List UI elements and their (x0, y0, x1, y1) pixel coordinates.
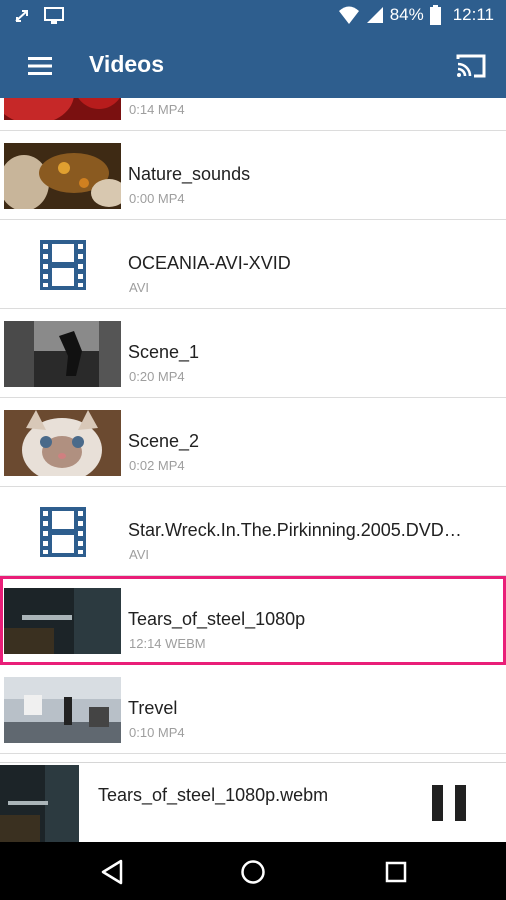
video-thumbnail (4, 143, 121, 209)
video-title: Tears_of_steel_1080p (128, 609, 306, 629)
video-thumbnail (4, 677, 121, 743)
cast-button[interactable] (452, 48, 490, 84)
hamburger-icon (28, 57, 52, 75)
video-row[interactable]: Star.Wreck.In.The.Pirkinning.2005.DVD… A… (0, 487, 506, 576)
status-bar: 84% 12:11 (0, 0, 506, 34)
video-meta: 0:20 MP4 (129, 369, 185, 384)
film-icon (40, 507, 86, 557)
menu-button[interactable] (22, 50, 58, 82)
battery-icon (429, 5, 441, 25)
now-playing-title: Tears_of_steel_1080p.webm (98, 785, 329, 805)
back-button[interactable] (97, 857, 127, 887)
now-playing-thumbnail (0, 765, 79, 843)
wifi-icon (338, 5, 360, 25)
video-row[interactable]: Nature_sounds 0:00 MP4 (0, 131, 506, 220)
video-list[interactable]: 0:14 MP4 Nature_sounds 0:00 MP4 OCEANIA-… (0, 98, 506, 760)
video-meta: 0:02 MP4 (129, 458, 185, 473)
recents-button[interactable] (381, 857, 411, 887)
pause-icon (455, 785, 466, 821)
signal-icon (366, 6, 384, 24)
cast-screen-icon (44, 7, 64, 25)
video-thumbnail (4, 588, 121, 654)
video-row[interactable]: Scene_2 0:02 MP4 (0, 398, 506, 487)
video-title: Nature_sounds (128, 164, 251, 184)
video-row[interactable]: 0:14 MP4 (0, 98, 506, 131)
video-row[interactable]: OCEANIA-AVI-XVID AVI (0, 220, 506, 309)
home-button[interactable] (238, 857, 268, 887)
pause-icon (432, 785, 443, 821)
video-title: OCEANIA-AVI-XVID (128, 253, 291, 273)
video-title: Scene_1 (128, 342, 200, 362)
app-bar: Videos (0, 34, 506, 98)
video-title: Scene_2 (128, 431, 200, 451)
page-title: Videos (89, 51, 164, 77)
pause-button[interactable] (432, 785, 466, 821)
video-meta: 0:10 MP4 (129, 725, 185, 740)
video-thumbnail (4, 321, 121, 387)
home-icon (241, 860, 265, 884)
video-meta: AVI (129, 280, 149, 295)
video-thumbnail (4, 410, 121, 476)
recents-icon (385, 861, 407, 883)
video-title: Trevel (128, 698, 178, 718)
mini-player[interactable]: Tears_of_steel_1080p.webm (0, 762, 506, 843)
video-row-selected[interactable]: Tears_of_steel_1080p 12:14 WEBM (0, 576, 506, 665)
video-title: Star.Wreck.In.The.Pirkinning.2005.DVD… (128, 520, 462, 540)
back-icon (101, 859, 123, 885)
film-icon (40, 240, 86, 290)
cast-icon (456, 54, 486, 78)
video-row[interactable]: Scene_1 0:20 MP4 (0, 309, 506, 398)
video-row[interactable]: Trevel 0:10 MP4 (0, 665, 506, 754)
video-meta: 12:14 WEBM (129, 636, 206, 651)
video-meta: 0:14 MP4 (129, 102, 185, 117)
video-meta: AVI (129, 547, 149, 562)
sync-icon (14, 8, 30, 24)
battery-percent: 84% (389, 5, 424, 24)
video-meta: 0:00 MP4 (129, 191, 185, 206)
navigation-bar (0, 842, 506, 900)
clock: 12:11 (452, 5, 494, 24)
video-thumbnail (4, 98, 121, 120)
